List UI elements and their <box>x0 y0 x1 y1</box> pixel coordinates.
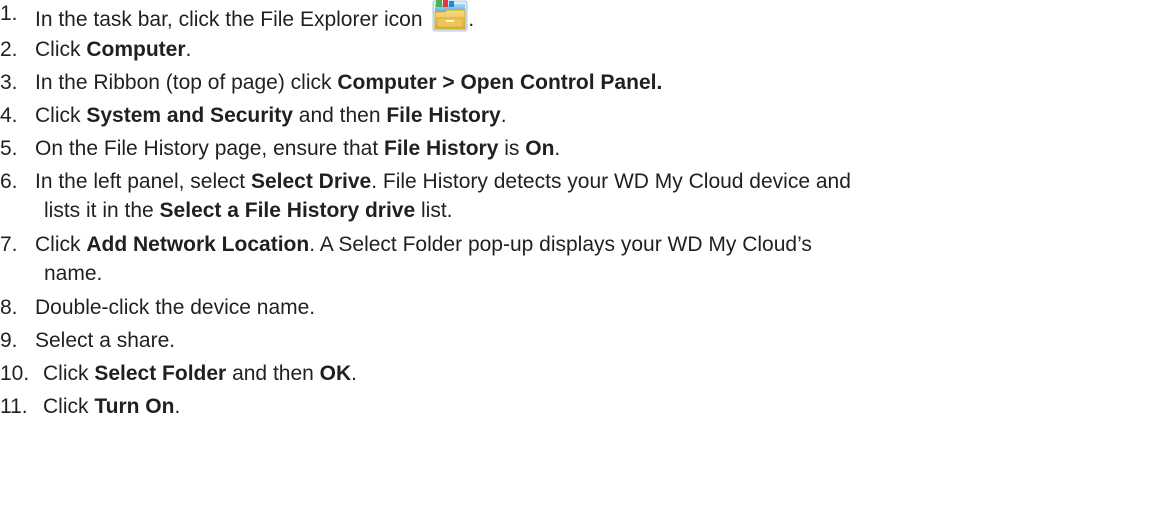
step-number: 10. <box>0 362 30 385</box>
ui-term: Select Drive <box>250 170 372 193</box>
ui-term: Turn On <box>94 395 175 418</box>
step-number: 11. <box>0 395 28 418</box>
ui-term: Select Folder <box>94 362 227 385</box>
step-number: 6. <box>0 170 18 193</box>
ui-term: Computer > Open Control Panel. <box>337 71 663 94</box>
step-number: 3. <box>0 71 18 94</box>
step-number: 5. <box>0 137 18 160</box>
step-7-continuation: name. <box>44 262 103 285</box>
ui-term: On <box>525 137 555 160</box>
ui-term: System and Security <box>86 104 293 127</box>
ui-term: File History <box>386 104 501 127</box>
step-number: 8. <box>0 296 18 319</box>
ui-term: Add Network Location <box>86 233 310 256</box>
ui-term: Computer <box>86 38 186 61</box>
file-explorer-icon <box>432 0 468 32</box>
step-6-continuation: lists it in the Select a File History dr… <box>44 199 453 222</box>
ui-term: OK <box>319 362 352 385</box>
step-text-end: . <box>468 8 475 31</box>
step-number: 1. <box>0 2 18 25</box>
step-number: 2. <box>0 38 18 61</box>
step-number: 9. <box>0 329 18 352</box>
ui-term: Select a File History drive <box>159 199 416 222</box>
step-number: 7. <box>0 233 18 256</box>
step-number: 4. <box>0 104 18 127</box>
ui-term: File History <box>384 137 499 160</box>
step-text: In the task bar, click the File Explorer… <box>35 8 429 31</box>
